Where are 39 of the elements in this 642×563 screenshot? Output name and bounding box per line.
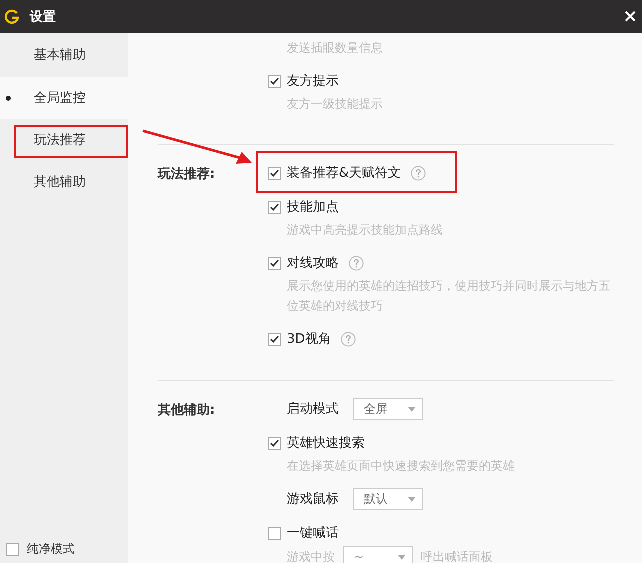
option-description: 发送插眼数量信息 (287, 40, 383, 56)
close-icon[interactable] (625, 11, 636, 22)
option-description: 呼出喊话面板 (421, 548, 493, 563)
checkbox[interactable] (268, 74, 281, 88)
option-label: 英雄快速搜索 (287, 435, 365, 452)
checkbox[interactable] (268, 436, 281, 450)
option-label: 友方提示 (287, 73, 339, 90)
window-title: 设置 (30, 8, 57, 26)
caret-icon (398, 554, 406, 560)
option-label: 一键喊话 (287, 525, 339, 542)
checkbox-label: 纯净模式 (27, 541, 75, 558)
dropdown[interactable]: 默认 (353, 488, 423, 510)
section-label: 其他辅助: (158, 403, 216, 418)
sidebar-item[interactable]: 玩法推荐 (0, 119, 128, 161)
sidebar-item[interactable]: 基本辅助 (0, 33, 128, 77)
caret-icon (408, 496, 416, 502)
option-label: 启动模式 (287, 401, 339, 418)
option-description: 展示您使用的英雄的连招技巧，使用技巧并同时展示与地方五位英雄的对线技巧 (287, 278, 612, 315)
sidebar-item[interactable]: 全局监控 (0, 77, 128, 119)
checkbox[interactable] (268, 200, 281, 214)
sidebar-item[interactable]: 其他辅助 (0, 161, 128, 203)
option-description: 在选择英雄页面中快速搜索到您需要的英雄 (287, 458, 515, 475)
option-label: 游戏鼠标 (287, 491, 339, 508)
option-label: 对线攻略 (287, 255, 339, 272)
option-description: 游戏中按 (287, 548, 335, 563)
option-label: 装备推荐&天赋符文 (287, 165, 402, 182)
checkbox[interactable] (6, 543, 19, 556)
option-label: 技能加点 (287, 199, 339, 216)
option-label: 3D视角 (287, 331, 332, 348)
dropdown[interactable]: 全屏 (353, 398, 423, 420)
checkbox[interactable] (268, 166, 281, 180)
option-description: 友方一级技能提示 (287, 96, 383, 113)
checkbox[interactable] (268, 256, 281, 270)
app-logo-icon (4, 8, 20, 24)
checkbox[interactable] (268, 526, 281, 540)
caret-icon (408, 406, 416, 412)
checkbox[interactable] (268, 332, 281, 346)
option-description: 游戏中高亮提示技能加点路线 (287, 222, 444, 239)
section-label: 玩法推荐: (158, 167, 216, 182)
